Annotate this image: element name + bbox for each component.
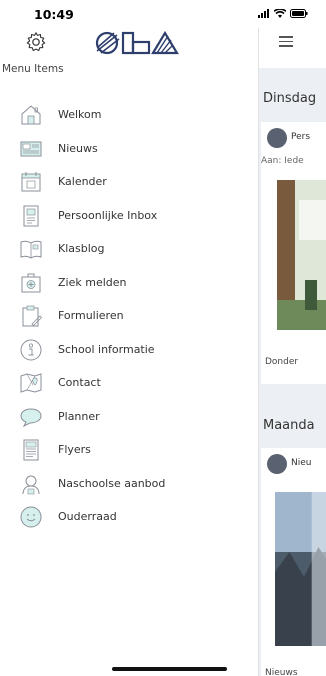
menu-item-naschoolse-aanbod[interactable]: Naschoolse aanbod: [0, 467, 258, 501]
battery-icon: [290, 9, 308, 18]
book-icon: [20, 240, 42, 259]
menu-item-contact[interactable]: Contact: [0, 366, 258, 400]
school-logo: [95, 30, 179, 55]
medical-kit-icon: [21, 273, 41, 292]
section-header: Maanda: [263, 418, 315, 433]
calendar-icon: [21, 172, 41, 192]
card-recipient: Aan: Iede: [261, 156, 304, 166]
news-avatar-icon: [267, 454, 287, 474]
document-icon: [23, 439, 39, 461]
clipboard-icon: [22, 305, 43, 327]
chat-bubble-icon: [20, 407, 42, 427]
post-card[interactable]: Pers Aan: Iede Donder: [261, 122, 326, 384]
menu-item-persoonlijke-inbox[interactable]: Persoonlijke Inbox: [0, 199, 258, 233]
clock: 10:49: [34, 7, 74, 22]
menu-label: Welkom: [58, 108, 102, 122]
signal-icon: [258, 9, 269, 18]
menu-item-klasblog[interactable]: Klasblog: [0, 232, 258, 266]
menu-item-ouderraad[interactable]: Ouderraad: [0, 500, 258, 534]
menu-title: Menu Items: [2, 63, 64, 75]
menu-label: Contact: [58, 376, 101, 390]
menu-list: Welkom Nieuws Kalender Persoonlijke Inbo…: [0, 98, 258, 534]
post-photo[interactable]: [277, 180, 326, 330]
newspaper-icon: [20, 141, 42, 156]
map-icon: [20, 373, 42, 393]
menu-item-planner[interactable]: Planner: [0, 400, 258, 434]
info-icon: [20, 339, 42, 360]
status-bar: 10:49: [0, 0, 326, 28]
person-icon: [22, 475, 40, 494]
smiley-icon: [20, 506, 42, 528]
card-sender: Nieu: [291, 458, 312, 468]
menu-item-nieuws[interactable]: Nieuws: [0, 132, 258, 166]
menu-label: School informatie: [58, 342, 155, 356]
inbox-icon: [23, 205, 39, 226]
inbox-avatar-icon: [267, 128, 287, 148]
menu-label: Ziek melden: [58, 275, 127, 289]
menu-label: Planner: [58, 409, 100, 423]
card-footer-text: Nieuws: [265, 668, 298, 676]
menu-label: Persoonlijke Inbox: [58, 208, 158, 222]
menu-label: Ouderraad: [58, 510, 117, 524]
menu-label: Nieuws: [58, 141, 98, 155]
section-header: Dinsdag: [263, 91, 317, 106]
gear-icon[interactable]: [25, 31, 47, 53]
menu-label: Formulieren: [58, 309, 124, 323]
card-footer-text: Donder: [265, 357, 299, 367]
side-drawer: Menu Items Welkom Nieuws Kalender Persoo…: [0, 28, 258, 676]
card-sender: Pers: [291, 132, 311, 142]
menu-label: Naschoolse aanbod: [58, 476, 166, 490]
menu-label: Flyers: [58, 443, 91, 457]
menu-item-welkom[interactable]: Welkom: [0, 98, 258, 132]
hamburger-menu-icon[interactable]: [279, 36, 293, 47]
home-indicator[interactable]: [112, 667, 227, 671]
menu-item-flyers[interactable]: Flyers: [0, 433, 258, 467]
menu-item-ziek-melden[interactable]: Ziek melden: [0, 266, 258, 300]
wifi-icon: [274, 9, 286, 18]
status-icons: [258, 9, 308, 18]
post-photo[interactable]: [275, 492, 326, 646]
menu-item-school-informatie[interactable]: School informatie: [0, 333, 258, 367]
top-bar: [259, 28, 326, 68]
menu-label: Klasblog: [58, 242, 105, 256]
main-content: Dinsdag Pers Aan: Iede Donder Maanda Nie…: [258, 28, 326, 676]
house-icon: [21, 105, 41, 125]
menu-label: Kalender: [58, 175, 107, 189]
menu-item-formulieren[interactable]: Formulieren: [0, 299, 258, 333]
post-card[interactable]: Nieu Nieuws: [261, 448, 326, 676]
menu-item-kalender[interactable]: Kalender: [0, 165, 258, 199]
